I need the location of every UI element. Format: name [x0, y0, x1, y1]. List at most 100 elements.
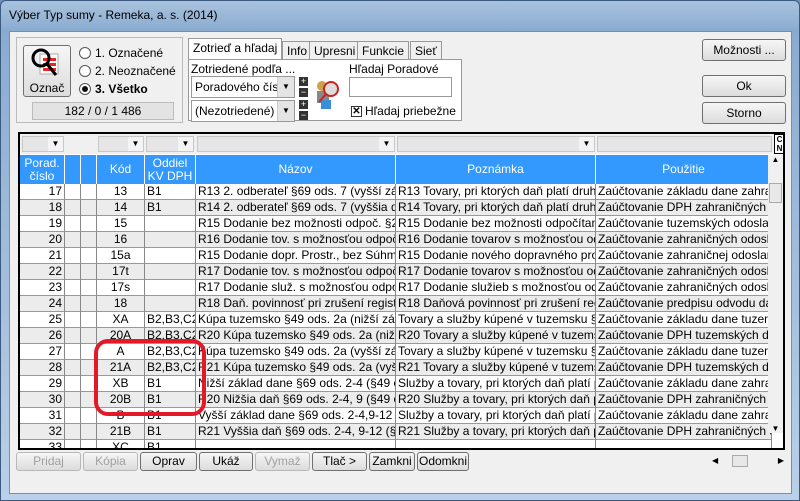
tab-network[interactable]: Sieť [410, 41, 442, 59]
search-person-icon [317, 81, 339, 109]
filter-oddiel[interactable]: ▼ [146, 136, 194, 152]
col-header-blank1[interactable] [65, 155, 81, 184]
sort-primary-select[interactable]: Poradového čísla ▼ [191, 76, 295, 98]
highlight-annotation [94, 339, 206, 416]
button-zamkni[interactable]: Zamkni [369, 452, 415, 471]
col-header-kod[interactable]: Kód [97, 155, 145, 184]
cell-poznamka: Tovary a služby kúpené v tuzemsku §49 [396, 344, 596, 360]
cell-oddiel [145, 296, 196, 312]
filter-nazov[interactable]: ▼ [197, 136, 395, 152]
scroll-thumb[interactable] [769, 183, 782, 203]
cell-blank2 [81, 280, 97, 296]
tab-info[interactable]: Info [282, 41, 313, 59]
options-button[interactable]: Možnosti ... [702, 39, 786, 61]
minus-icon[interactable]: − [299, 88, 308, 97]
cell-nazov: R13 2. odberateľ §69 ods. 7 (vyšší zákla… [196, 184, 396, 200]
radio-all[interactable]: 3. Všetko [79, 82, 148, 96]
mark-button[interactable]: Označ [23, 45, 71, 97]
cancel-button[interactable]: Storno [702, 102, 786, 124]
chevron-down-icon: ▼ [277, 77, 294, 97]
table-row[interactable]: 19 15 R15 Dodanie bez možnosti odpoč. §28-… [20, 216, 772, 232]
cell-porad: 17 [20, 184, 65, 200]
cell-nazov: R21 Vyššia daň §69 ods. 2-4, 9-12 (§49 d [196, 424, 396, 440]
cell-poznamka: R21 Služby a tovary, pri ktorých daň pla… [396, 424, 596, 440]
filter-poznamka[interactable]: ▼ [397, 136, 595, 152]
col-header-nazov[interactable]: Názov [196, 155, 396, 184]
cell-nazov: Kúpa tuzemsko §49 ods. 2a (nižší základ [196, 312, 396, 328]
button-oprav[interactable]: Oprav [140, 452, 197, 471]
corner-n: N [776, 144, 783, 153]
table-row[interactable]: 22 17t R17 Dodanie tov. s možnosťou odpoč.… [20, 264, 772, 280]
table-row[interactable]: 32 21B B1 R21 Vyššia daň §69 ods. 2-4, 9-12… [20, 424, 772, 440]
cell-nazov: R20 Nižšia daň §69 ods. 2-4, 9 (§49 ods. [196, 392, 396, 408]
col-header-pouzitie[interactable]: Použitie [596, 155, 772, 184]
cell-kod: 13 [97, 184, 145, 200]
cell-blank2 [81, 232, 97, 248]
filter-porad[interactable]: ▼ [22, 136, 64, 152]
plus-icon[interactable]: + [299, 77, 308, 86]
table-row[interactable]: 24 18 R18 Daň. povinnosť pri zrušení regis… [20, 296, 772, 312]
scroll-right-icon[interactable]: ▶ [778, 453, 784, 469]
table-row[interactable]: 23 17s R17 Dodanie služ. s možnosťou odpoč… [20, 280, 772, 296]
col-header-porad[interactable]: Porad. číslo [20, 155, 65, 184]
record-counts: 182 / 0 / 1 486 [32, 102, 174, 120]
table-row[interactable]: 21 15a R15 Dodanie dopr. Prostr., bez Súhm… [20, 248, 772, 264]
tab-functions[interactable]: Funkcie [357, 41, 410, 59]
sort-secondary-select[interactable]: (Nezotriedené) ▼ [191, 100, 295, 122]
chevron-down-icon: ▼ [48, 137, 63, 151]
scroll-down-icon[interactable]: ▼ [768, 424, 783, 433]
table-row[interactable]: 18 14 B1 R14 2. odberateľ §69 ods. 7 (vyšši… [20, 200, 772, 216]
cell-oddiel [145, 280, 196, 296]
minus-icon[interactable]: − [299, 111, 308, 120]
col-header-blank2[interactable] [81, 155, 97, 184]
table-row[interactable]: 25 XA B2,B3,C2 Kúpa tuzemsko §49 ods. 2a (n… [20, 312, 772, 328]
table-row[interactable]: 17 13 B1 R13 2. odberateľ §69 ods. 7 (vyšší… [20, 184, 772, 200]
cell-kod: 17s [97, 280, 145, 296]
table-row[interactable]: 33 XC B1 [20, 440, 772, 448]
horizontal-scrollbar[interactable]: ◀ ▶ [708, 453, 788, 469]
cell-oddiel [145, 216, 196, 232]
incremental-search-checkbox[interactable]: ✕ Hľadaj priebežne [351, 104, 456, 118]
filter-kod[interactable]: ▼ [98, 136, 144, 152]
button-uk[interactable]: Ukáž [199, 452, 253, 471]
cell-kod: XC [97, 440, 145, 448]
search-input[interactable] [349, 77, 452, 97]
scroll-left-icon[interactable]: ◀ [712, 453, 718, 469]
vertical-scrollbar[interactable]: ▲ ▼ [768, 155, 783, 433]
button-odomkni[interactable]: Odomkni [417, 452, 469, 471]
button-kpia[interactable]: Kópia [83, 452, 138, 471]
button-pridaj[interactable]: Pridaj [16, 452, 81, 471]
cell-poznamka: Služby a tovary, pri ktorých daň platí p… [396, 408, 596, 424]
filter-pouzitie[interactable] [597, 136, 772, 152]
cn-toggle[interactable]: CN [774, 134, 783, 154]
col-header-poznamka[interactable]: Poznámka [396, 155, 596, 184]
cell-pouzitie: Zaúčtovanie základu dane tuzemský [596, 344, 772, 360]
cell-porad: 20 [20, 232, 65, 248]
col-header-oddiel[interactable]: Oddiel KV DPH [145, 155, 196, 184]
ok-button[interactable]: Ok [702, 75, 786, 97]
tab-refine[interactable]: Upresni [309, 41, 361, 59]
cell-poznamka: R15 Dodanie nového dopravného prostri [396, 248, 596, 264]
radio-marked[interactable]: 1. Označené [79, 46, 163, 60]
plus-icon[interactable]: + [299, 100, 308, 109]
cell-blank1 [65, 280, 81, 296]
tab-sort-search[interactable]: Zotrieď a hľadaj [188, 38, 283, 60]
cell-blank2 [81, 184, 97, 200]
cell-kod: XA [97, 312, 145, 328]
cell-porad: 28 [20, 360, 65, 376]
scroll-thumb[interactable] [732, 455, 748, 467]
button-vyma[interactable]: Vymaž [255, 452, 310, 471]
cell-blank1 [65, 328, 81, 344]
cell-pouzitie: Zaúčtovanie zahraničných odoslanýc [596, 264, 772, 280]
cell-porad: 29 [20, 376, 65, 392]
header-row: Porad. číslo Kód Oddiel KV DPH Názov Poz… [20, 155, 772, 184]
cell-porad: 33 [20, 440, 65, 448]
tab-panel: Zotriedené podľa ... Poradového čísla ▼ +… [188, 59, 462, 122]
scroll-up-icon[interactable]: ▲ [768, 155, 783, 164]
cell-poznamka: R17 Dodanie služieb s možnosťou odpoč [396, 280, 596, 296]
button-tla[interactable]: Tlač > [312, 452, 367, 471]
cell-nazov: R15 Dodanie dopr. Prostr., bez Súhmného [196, 248, 396, 264]
table-row[interactable]: 20 16 R16 Dodanie tov. s možnosťou odpoč. … [20, 232, 772, 248]
radio-unmarked[interactable]: 2. Neoznačené [79, 64, 176, 78]
cell-blank2 [81, 248, 97, 264]
